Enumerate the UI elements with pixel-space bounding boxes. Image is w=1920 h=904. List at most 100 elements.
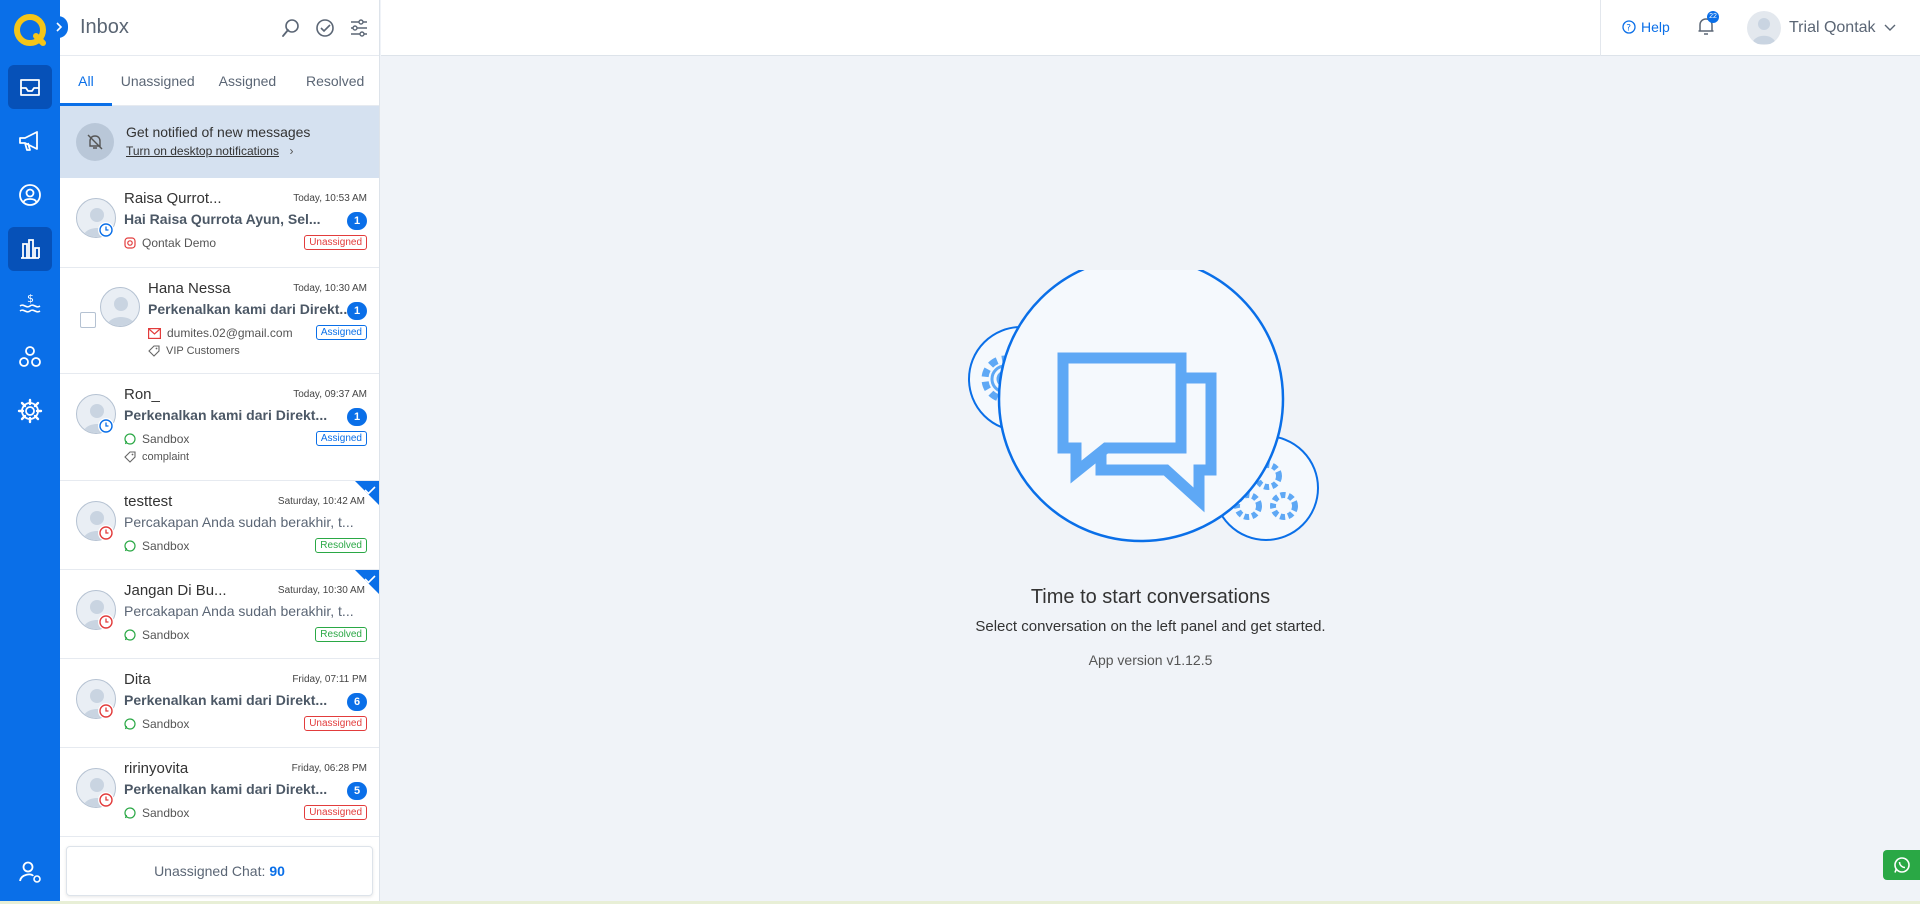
whatsapp-icon <box>124 433 136 445</box>
contact-name: testtest <box>124 493 173 510</box>
svg-text:?: ? <box>1626 23 1631 33</box>
nav-rail: $ <box>0 0 68 904</box>
gear-icon <box>17 398 43 424</box>
tab-unassigned[interactable]: Unassigned <box>112 56 204 105</box>
tab-bar: All Unassigned Assigned Resolved <box>60 56 379 106</box>
clock-icon <box>98 222 114 238</box>
select-checkbox[interactable] <box>80 312 96 328</box>
channel-name: Sandbox <box>142 432 190 446</box>
message-preview: Perkenalkan kami dari Direkt... <box>124 781 328 797</box>
notification-count-badge: 22 <box>1707 11 1719 23</box>
clock-icon <box>98 525 114 541</box>
channel-name: Sandbox <box>142 628 190 642</box>
notifications-button[interactable]: 22 <box>1697 11 1719 41</box>
nav-integrations[interactable] <box>8 335 52 379</box>
chevron-right-icon: › <box>289 144 294 158</box>
tag-label: VIP Customers <box>166 345 240 357</box>
unassigned-chat-button[interactable]: Unassigned Chat: 90 <box>66 846 373 896</box>
dollar-icon: $ <box>19 292 41 313</box>
whatsapp-icon <box>124 807 136 819</box>
inbox-icon <box>20 79 40 96</box>
tab-assigned[interactable]: Assigned <box>204 56 292 105</box>
notification-banner: Get notified of new messages Turn on des… <box>60 106 379 178</box>
user-menu[interactable]: Trial Qontak <box>1747 11 1896 45</box>
channel: Sandbox <box>124 539 189 553</box>
tag-label: complaint <box>142 451 190 463</box>
unread-count: 1 <box>347 212 367 230</box>
channel: Sandbox <box>124 432 189 446</box>
status-badge: Assigned <box>315 325 367 340</box>
tab-resolved[interactable]: Resolved <box>291 56 379 105</box>
empty-state-subtitle: Select conversation on the left panel an… <box>975 618 1326 635</box>
conversation-item[interactable]: Raisa Qurrot... Today, 10:53 AM Hai Rais… <box>60 178 379 268</box>
clock-icon <box>98 792 114 808</box>
nav-contacts[interactable] <box>8 173 52 217</box>
tab-all[interactable]: All <box>60 56 112 106</box>
contact-name: Jangan Di Bu... <box>124 582 227 599</box>
qontak-logo[interactable] <box>14 14 46 46</box>
unread-count: 1 <box>347 302 367 320</box>
nav-settings[interactable] <box>8 389 52 433</box>
integrations-icon <box>19 346 41 367</box>
conversation-item[interactable]: testtest Saturday, 10:42 AM Percakapan A… <box>60 481 379 570</box>
help-icon: ? <box>1622 20 1636 34</box>
conversation-item[interactable]: Ron_ Today, 09:37 AM Perkenalkan kami da… <box>60 374 379 481</box>
help-link[interactable]: ? Help <box>1622 19 1670 35</box>
status-badge: Unassigned <box>304 235 367 250</box>
app-version: App version v1.12.5 <box>1088 652 1213 668</box>
instagram-icon <box>124 237 136 249</box>
page-title: Inbox <box>80 16 129 38</box>
contact-icon <box>19 184 41 206</box>
conversation-item[interactable]: Hana Nessa Today, 10:30 AM Perkenalkan k… <box>60 268 379 374</box>
conversation-item[interactable]: Jangan Di Bu... Saturday, 10:30 AM Perca… <box>60 570 379 659</box>
top-bar: ? Help 22 Trial Qontak <box>381 0 1920 56</box>
whatsapp-icon <box>124 540 136 552</box>
channel: Qontak Demo <box>124 236 216 250</box>
filter-sliders-icon[interactable] <box>349 18 369 38</box>
channel-name: Sandbox <box>142 717 190 731</box>
channel-name: Qontak Demo <box>142 236 217 250</box>
whatsapp-icon <box>1893 857 1910 873</box>
contact-name: Hana Nessa <box>148 280 231 297</box>
timestamp: Saturday, 10:42 AM <box>277 496 365 507</box>
chevron-right-icon <box>56 22 63 32</box>
tag-icon <box>124 451 136 463</box>
nav-broadcast[interactable] <box>8 119 52 163</box>
channel-name: dumites.02@gmail.com <box>167 326 293 340</box>
clock-icon <box>98 418 114 434</box>
whatsapp-button[interactable] <box>1883 850 1920 880</box>
unread-count: 5 <box>347 782 367 800</box>
avatar <box>100 287 140 327</box>
tag: complaint <box>124 451 189 463</box>
user-settings-icon <box>19 861 41 883</box>
conversation-panel: Inbox All Unassigned Assigned Resolved G… <box>60 0 380 904</box>
nav-user-settings[interactable] <box>8 850 52 894</box>
status-badge: Unassigned <box>304 805 367 820</box>
message-preview: Perkenalkan kami dari Direkt... <box>148 301 352 317</box>
clock-icon <box>98 703 114 719</box>
unread-count: 1 <box>347 408 367 426</box>
nav-deals[interactable]: $ <box>8 281 52 325</box>
channel-name: Sandbox <box>142 806 190 820</box>
whatsapp-icon <box>124 629 136 641</box>
conversation-item[interactable]: ririnyovita Friday, 06:28 PM Perkenalkan… <box>60 748 379 837</box>
unassigned-chat-count: 90 <box>269 863 285 879</box>
chevron-down-icon <box>1884 24 1896 31</box>
user-name: Trial Qontak <box>1789 19 1876 36</box>
channel-name: Sandbox <box>142 539 190 553</box>
message-preview: Perkenalkan kami dari Direkt... <box>124 692 328 708</box>
conversation-item[interactable]: Dita Friday, 07:11 PM Perkenalkan kami d… <box>60 659 379 748</box>
check-circle-icon[interactable] <box>315 18 335 38</box>
timestamp: Today, 10:53 AM <box>293 193 367 204</box>
expand-rail-button[interactable] <box>50 16 68 38</box>
enable-notifications-link[interactable]: Turn on desktop notifications <box>126 144 279 158</box>
nav-reports[interactable] <box>8 227 52 271</box>
search-icon[interactable] <box>281 18 301 38</box>
contact-name: ririnyovita <box>124 760 189 777</box>
contact-name: Dita <box>124 671 151 688</box>
nav-inbox[interactable] <box>8 65 52 109</box>
contact-name: Raisa Qurrot... <box>124 190 222 207</box>
timestamp: Saturday, 10:30 AM <box>277 585 365 596</box>
channel: Sandbox <box>124 717 189 731</box>
email-icon <box>148 327 161 339</box>
